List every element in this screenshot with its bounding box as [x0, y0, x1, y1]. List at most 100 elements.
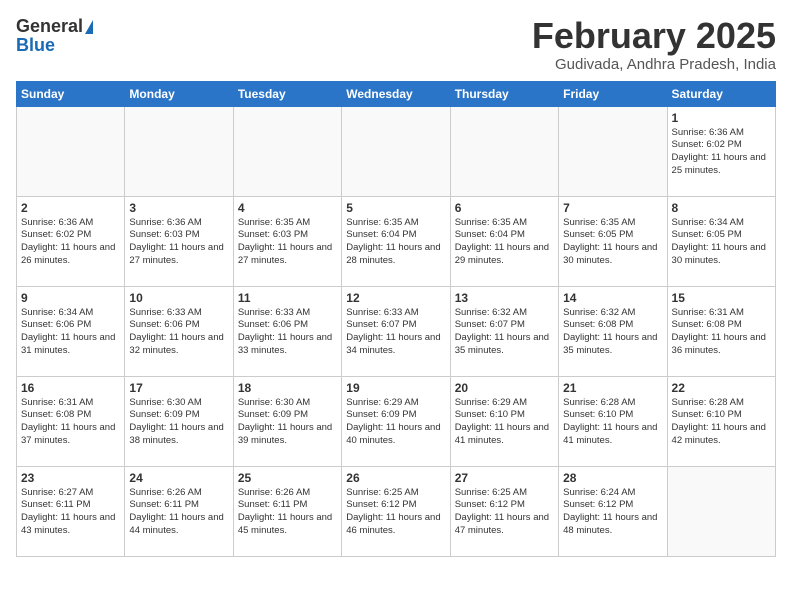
day-info: Sunrise: 6:24 AMSunset: 6:12 PMDaylight:…	[563, 487, 662, 538]
day-info: Sunrise: 6:30 AMSunset: 6:09 PMDaylight:…	[129, 397, 228, 448]
col-header-friday: Friday	[559, 81, 667, 106]
day-number: 2	[21, 201, 120, 215]
col-header-thursday: Thursday	[450, 81, 558, 106]
calendar-title: February 2025	[532, 16, 776, 56]
calendar-cell: 17 Sunrise: 6:30 AMSunset: 6:09 PMDayligh…	[125, 376, 233, 466]
calendar-cell: 19Sunrise: 6:29 AMSunset: 6:09 PMDayligh…	[342, 376, 450, 466]
day-number: 17	[129, 381, 228, 395]
day-info: Sunrise: 6:33 AMSunset: 6:06 PMDaylight:…	[238, 307, 337, 358]
calendar-cell: 7 Sunrise: 6:35 AMSunset: 6:05 PMDaylight…	[559, 196, 667, 286]
day-number: 28	[563, 471, 662, 485]
calendar-cell: 16 Sunrise: 6:31 AMSunset: 6:08 PMDayligh…	[17, 376, 125, 466]
col-header-tuesday: Tuesday	[233, 81, 341, 106]
logo-general-text: General	[16, 16, 83, 37]
calendar-cell	[17, 106, 125, 196]
day-number: 6	[455, 201, 554, 215]
day-number: 14	[563, 291, 662, 305]
calendar-week-1: 2 Sunrise: 6:36 AMSunset: 6:02 PMDaylight…	[17, 196, 776, 286]
logo-triangle-icon	[85, 20, 93, 34]
day-number: 20	[455, 381, 554, 395]
calendar-cell	[667, 466, 775, 556]
day-info: Sunrise: 6:25 AMSunset: 6:12 PMDaylight:…	[346, 487, 445, 538]
calendar-cell	[233, 106, 341, 196]
day-number: 23	[21, 471, 120, 485]
calendar-cell: 5Sunrise: 6:35 AMSunset: 6:04 PMDaylight…	[342, 196, 450, 286]
day-info: Sunrise: 6:29 AMSunset: 6:09 PMDaylight:…	[346, 397, 445, 448]
col-header-monday: Monday	[125, 81, 233, 106]
calendar-cell: 2 Sunrise: 6:36 AMSunset: 6:02 PMDaylight…	[17, 196, 125, 286]
day-info: Sunrise: 6:26 AMSunset: 6:11 PMDaylight:…	[129, 487, 228, 538]
calendar-cell: 1 Sunrise: 6:36 AMSunset: 6:02 PMDaylight…	[667, 106, 775, 196]
logo: General Blue	[16, 16, 93, 56]
calendar-cell: 25 Sunrise: 6:26 AMSunset: 6:11 PMDayligh…	[233, 466, 341, 556]
day-info: Sunrise: 6:28 AMSunset: 6:10 PMDaylight:…	[563, 397, 662, 448]
calendar-cell: 28 Sunrise: 6:24 AMSunset: 6:12 PMDayligh…	[559, 466, 667, 556]
day-info: Sunrise: 6:31 AMSunset: 6:08 PMDaylight:…	[21, 397, 120, 448]
day-number: 18	[238, 381, 337, 395]
day-info: Sunrise: 6:30 AMSunset: 6:09 PMDaylight:…	[238, 397, 337, 448]
calendar-week-2: 9 Sunrise: 6:34 AMSunset: 6:06 PMDaylight…	[17, 286, 776, 376]
day-number: 8	[672, 201, 771, 215]
day-number: 4	[238, 201, 337, 215]
calendar-cell: 24 Sunrise: 6:26 AMSunset: 6:11 PMDayligh…	[125, 466, 233, 556]
day-number: 25	[238, 471, 337, 485]
day-info: Sunrise: 6:31 AMSunset: 6:08 PMDaylight:…	[672, 307, 771, 358]
day-info: Sunrise: 6:36 AMSunset: 6:02 PMDaylight:…	[21, 217, 120, 268]
calendar-cell: 21 Sunrise: 6:28 AMSunset: 6:10 PMDayligh…	[559, 376, 667, 466]
day-info: Sunrise: 6:33 AMSunset: 6:06 PMDaylight:…	[129, 307, 228, 358]
calendar-cell: 23 Sunrise: 6:27 AMSunset: 6:11 PMDayligh…	[17, 466, 125, 556]
calendar-week-4: 23 Sunrise: 6:27 AMSunset: 6:11 PMDayligh…	[17, 466, 776, 556]
day-info: Sunrise: 6:35 AMSunset: 6:03 PMDaylight:…	[238, 217, 337, 268]
day-number: 26	[346, 471, 445, 485]
day-info: Sunrise: 6:36 AMSunset: 6:02 PMDaylight:…	[672, 127, 771, 178]
day-number: 10	[129, 291, 228, 305]
day-number: 15	[672, 291, 771, 305]
calendar-cell	[342, 106, 450, 196]
calendar-cell: 9 Sunrise: 6:34 AMSunset: 6:06 PMDaylight…	[17, 286, 125, 376]
calendar-week-3: 16 Sunrise: 6:31 AMSunset: 6:08 PMDayligh…	[17, 376, 776, 466]
day-number: 21	[563, 381, 662, 395]
calendar-subtitle: Gudivada, Andhra Pradesh, India	[532, 56, 776, 73]
day-info: Sunrise: 6:25 AMSunset: 6:12 PMDaylight:…	[455, 487, 554, 538]
calendar-cell: 3Sunrise: 6:36 AMSunset: 6:03 PMDaylight…	[125, 196, 233, 286]
calendar-cell: 13Sunrise: 6:32 AMSunset: 6:07 PMDayligh…	[450, 286, 558, 376]
calendar-week-0: 1 Sunrise: 6:36 AMSunset: 6:02 PMDaylight…	[17, 106, 776, 196]
day-number: 7	[563, 201, 662, 215]
calendar-cell: 26 Sunrise: 6:25 AMSunset: 6:12 PMDayligh…	[342, 466, 450, 556]
calendar-cell: 20 Sunrise: 6:29 AMSunset: 6:10 PMDayligh…	[450, 376, 558, 466]
day-number: 24	[129, 471, 228, 485]
day-info: Sunrise: 6:32 AMSunset: 6:08 PMDaylight:…	[563, 307, 662, 358]
calendar-cell: 4 Sunrise: 6:35 AMSunset: 6:03 PMDaylight…	[233, 196, 341, 286]
day-info: Sunrise: 6:29 AMSunset: 6:10 PMDaylight:…	[455, 397, 554, 448]
col-header-saturday: Saturday	[667, 81, 775, 106]
day-number: 5	[346, 201, 445, 215]
day-info: Sunrise: 6:26 AMSunset: 6:11 PMDaylight:…	[238, 487, 337, 538]
calendar-cell: 10 Sunrise: 6:33 AMSunset: 6:06 PMDayligh…	[125, 286, 233, 376]
day-number: 9	[21, 291, 120, 305]
day-number: 16	[21, 381, 120, 395]
day-info: Sunrise: 6:28 AMSunset: 6:10 PMDaylight:…	[672, 397, 771, 448]
day-number: 12	[346, 291, 445, 305]
day-number: 1	[672, 111, 771, 125]
calendar-header-row: SundayMondayTuesdayWednesdayThursdayFrid…	[17, 81, 776, 106]
calendar-cell: 14 Sunrise: 6:32 AMSunset: 6:08 PMDayligh…	[559, 286, 667, 376]
day-info: Sunrise: 6:35 AMSunset: 6:05 PMDaylight:…	[563, 217, 662, 268]
calendar-cell: 15 Sunrise: 6:31 AMSunset: 6:08 PMDayligh…	[667, 286, 775, 376]
calendar-cell: 27Sunrise: 6:25 AMSunset: 6:12 PMDayligh…	[450, 466, 558, 556]
col-header-wednesday: Wednesday	[342, 81, 450, 106]
calendar-cell: 18 Sunrise: 6:30 AMSunset: 6:09 PMDayligh…	[233, 376, 341, 466]
day-info: Sunrise: 6:32 AMSunset: 6:07 PMDaylight:…	[455, 307, 554, 358]
calendar-cell	[125, 106, 233, 196]
calendar-cell: 12Sunrise: 6:33 AMSunset: 6:07 PMDayligh…	[342, 286, 450, 376]
day-number: 11	[238, 291, 337, 305]
day-info: Sunrise: 6:36 AMSunset: 6:03 PMDaylight:…	[129, 217, 228, 268]
title-block: February 2025 Gudivada, Andhra Pradesh, …	[532, 16, 776, 73]
calendar-cell: 6Sunrise: 6:35 AMSunset: 6:04 PMDaylight…	[450, 196, 558, 286]
day-info: Sunrise: 6:34 AMSunset: 6:06 PMDaylight:…	[21, 307, 120, 358]
calendar-cell: 11 Sunrise: 6:33 AMSunset: 6:06 PMDayligh…	[233, 286, 341, 376]
logo-blue-text: Blue	[16, 35, 55, 56]
calendar-cell: 22Sunrise: 6:28 AMSunset: 6:10 PMDayligh…	[667, 376, 775, 466]
day-info: Sunrise: 6:27 AMSunset: 6:11 PMDaylight:…	[21, 487, 120, 538]
calendar-cell	[450, 106, 558, 196]
page-header: General Blue February 2025 Gudivada, And…	[16, 16, 776, 73]
